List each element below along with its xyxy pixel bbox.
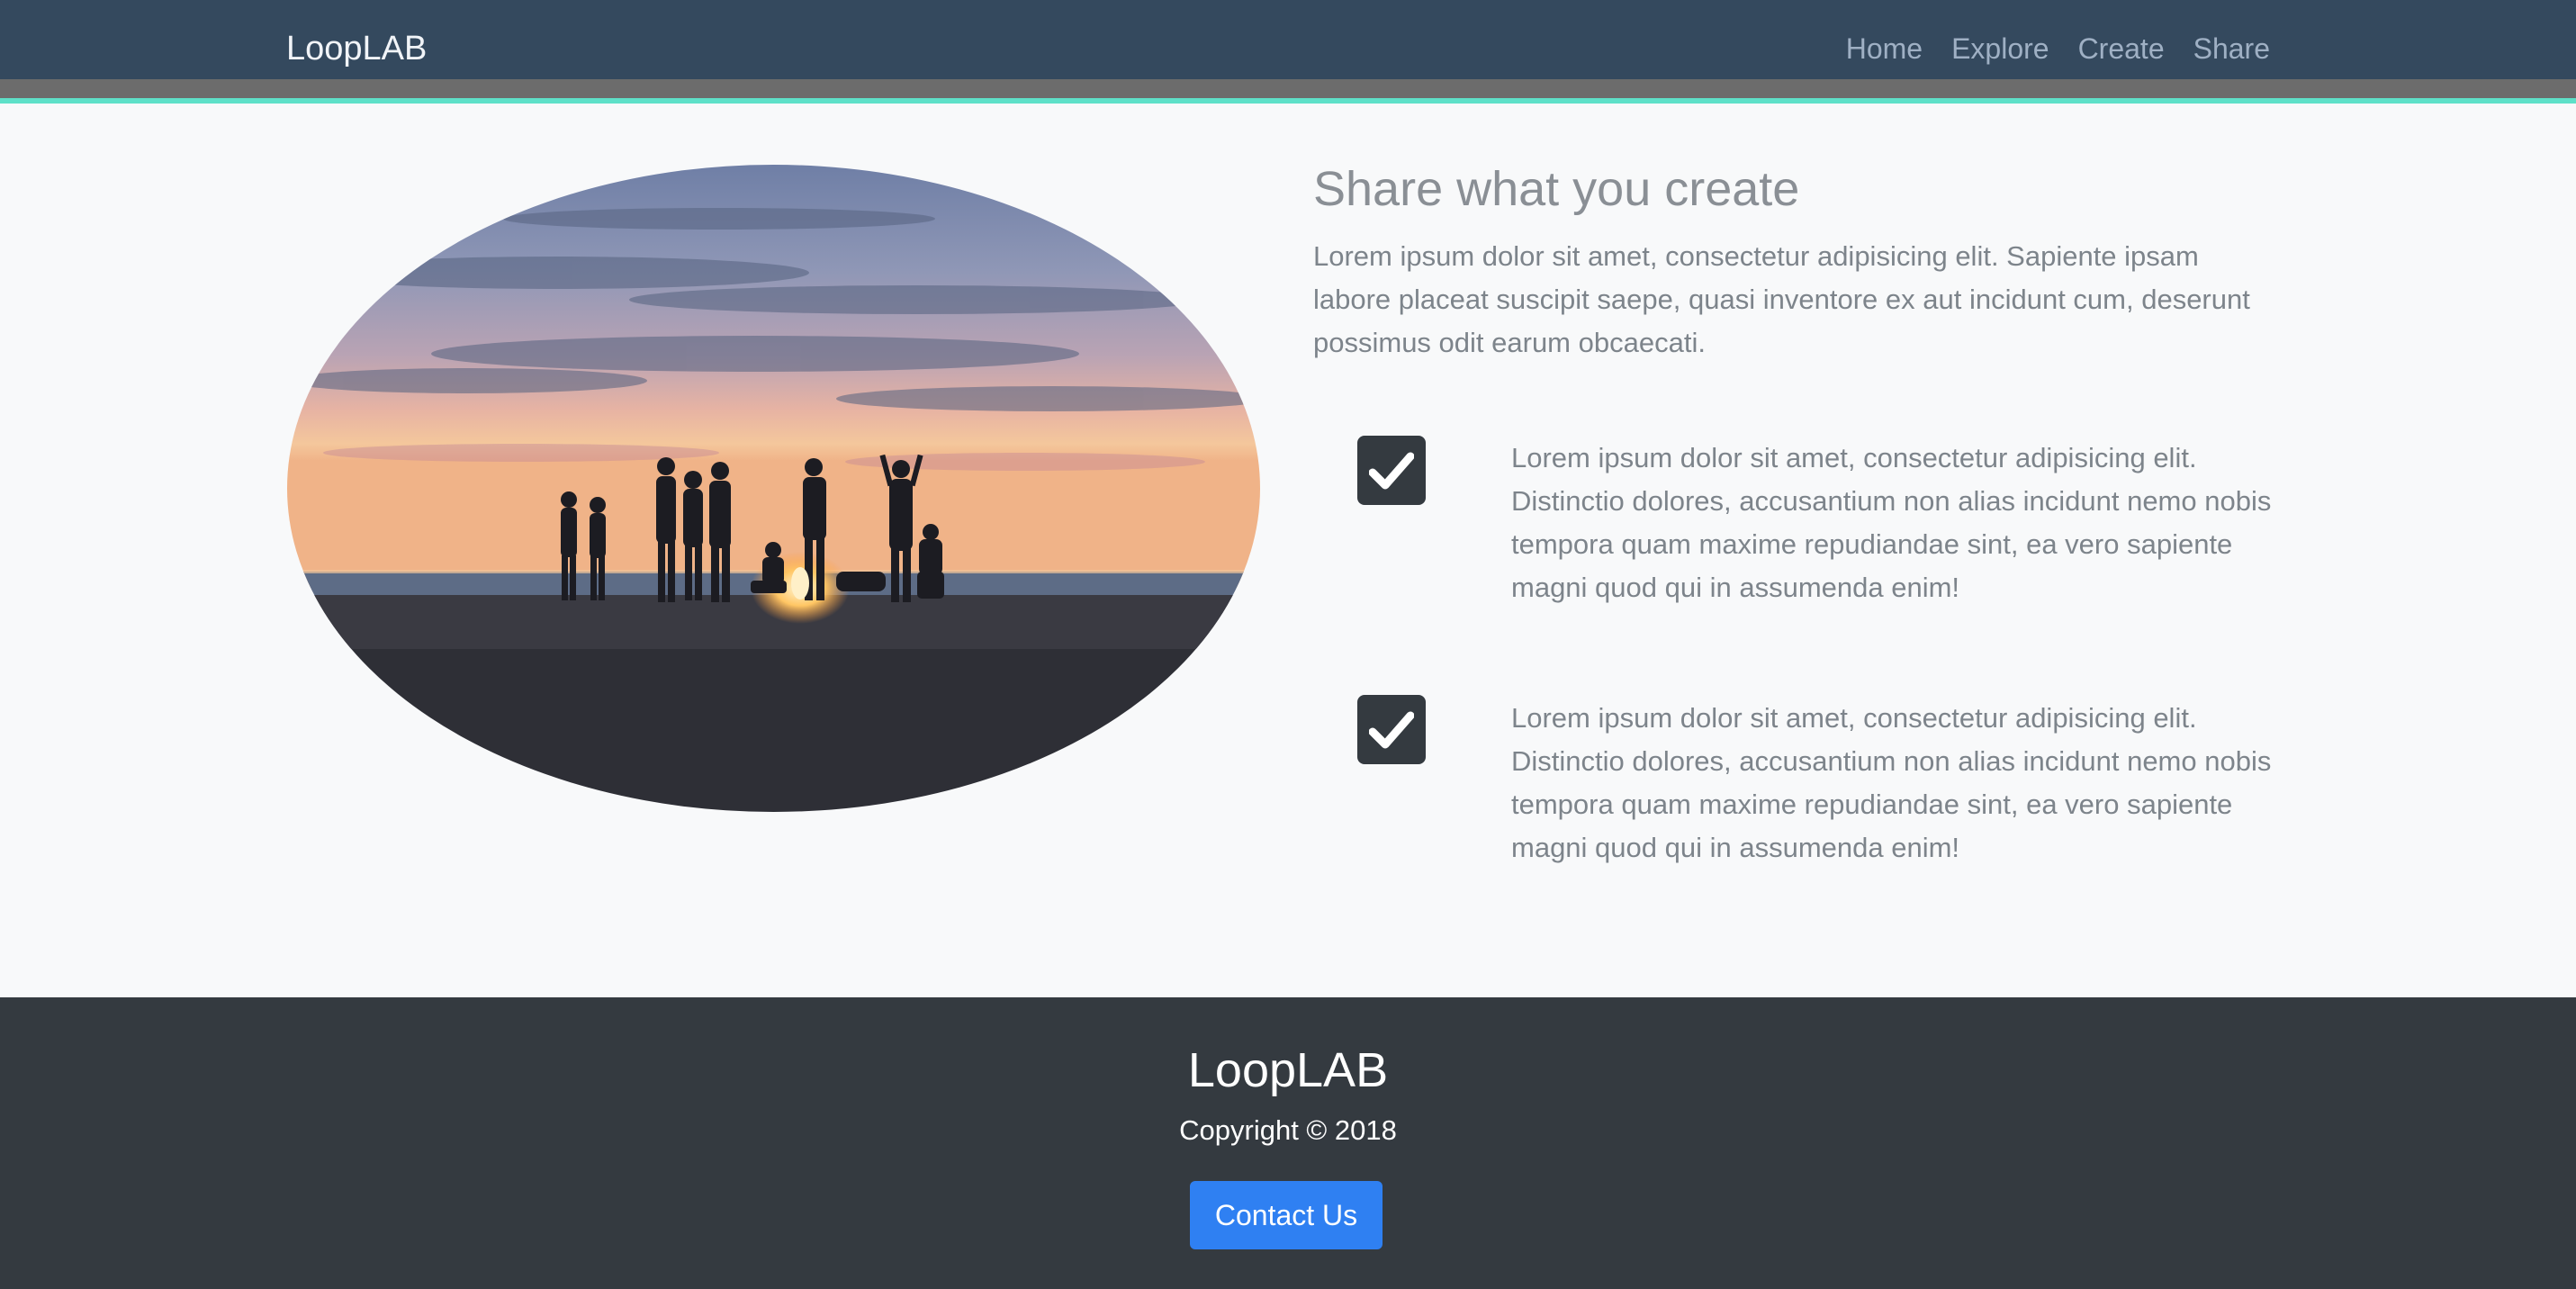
contact-us-button[interactable]: Contact Us [1190,1181,1383,1249]
navbar-brand[interactable]: LoopLAB [286,0,427,79]
nav-link-create[interactable]: Create [2078,32,2165,66]
nav-link-explore[interactable]: Explore [1951,32,2049,66]
navbar-divider [0,79,2576,98]
section-heading: Share what you create [1313,162,1800,216]
checkbox-checked-icon [1357,695,1426,764]
checkbox-checked-icon [1357,436,1426,505]
feature-text-1: Lorem ipsum dolor sit amet, consectetur … [1511,442,2272,603]
nav-link-home[interactable]: Home [1846,32,1923,66]
nav-link-share[interactable]: Share [2193,32,2270,66]
feature-text-2: Lorem ipsum dolor sit amet, consectetur … [1511,702,2272,863]
beach-bonfire-image [287,165,1260,812]
checkmark-icon [1369,711,1414,748]
navbar: LoopLAB Home Explore Create Share [0,0,2576,79]
nav-links: Home Explore Create Share [1846,0,2270,79]
footer-brand: LoopLAB [1187,1043,1389,1097]
section-intro: Lorem ipsum dolor sit amet, consectetur … [1313,240,2250,358]
beach-bonfire-illustration [287,165,1260,812]
footer: LoopLAB Copyright © 2018 Contact Us [0,997,2576,1289]
copyright-text: Copyright © 2018 [1179,1114,1397,1146]
checkmark-icon [1369,452,1414,489]
main-section: Share what you create Lorem ipsum dolor … [0,104,2576,997]
